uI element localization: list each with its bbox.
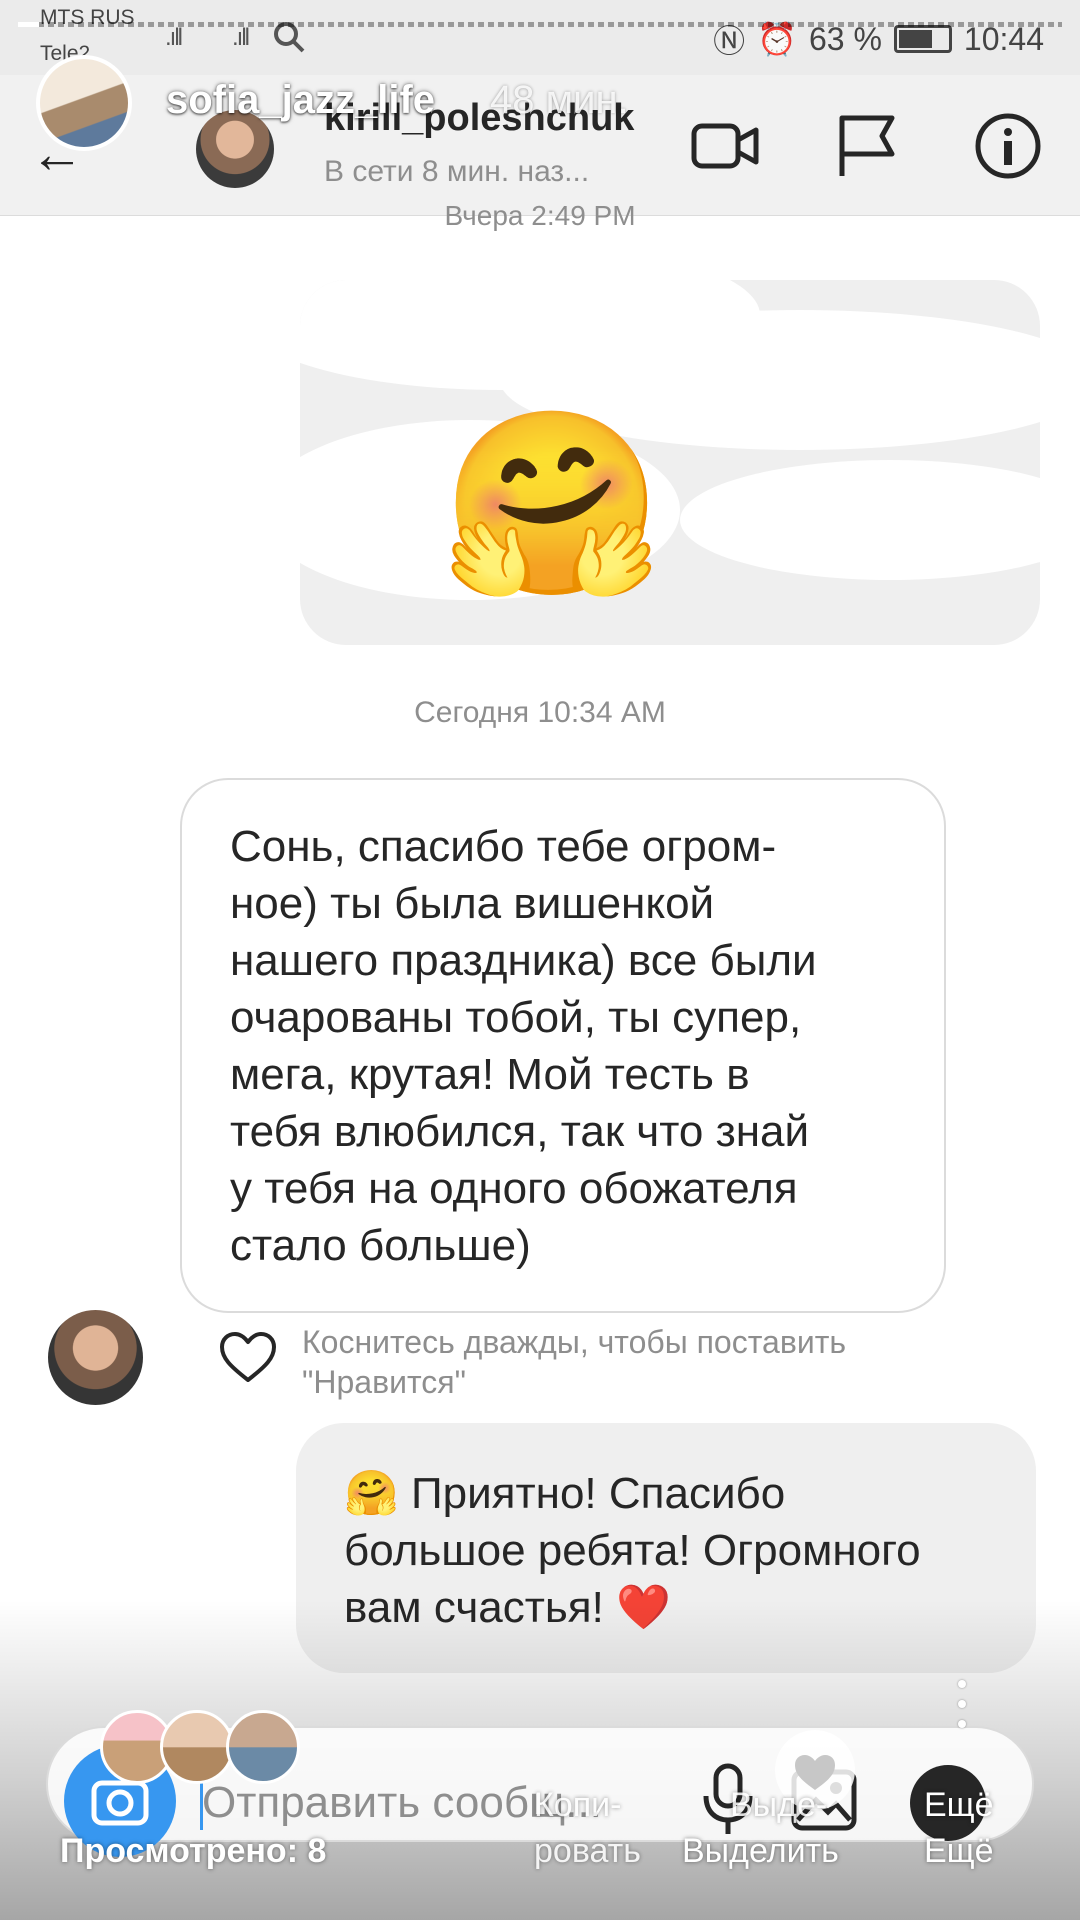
flag-icon[interactable] bbox=[832, 110, 904, 182]
more-label[interactable]: Ещё bbox=[924, 1832, 994, 1871]
viewer-avatar[interactable] bbox=[160, 1710, 234, 1784]
copy-label-2[interactable]: ровать bbox=[534, 1832, 641, 1871]
message-line: у тебя на одного обожателя bbox=[230, 1164, 798, 1213]
story-time-ago: 48 мин. bbox=[490, 78, 629, 122]
message-line: Сонь, спасибо тебе огром- bbox=[230, 822, 777, 871]
viewers-count[interactable]: Просмотрено: 8 bbox=[60, 1832, 326, 1871]
info-icon[interactable] bbox=[972, 110, 1044, 182]
select-label[interactable]: Выделить bbox=[682, 1832, 839, 1871]
viewer-avatar[interactable] bbox=[226, 1710, 300, 1784]
contact-status: В сети 8 мин. наз... bbox=[324, 155, 590, 188]
timestamp-today: Сегодня 10:34 AM bbox=[414, 696, 666, 729]
signal-icon-2: .ıll bbox=[232, 24, 250, 51]
more-label-top[interactable]: Ещё bbox=[924, 1786, 994, 1825]
message-line: тебя влюбился, так что знай bbox=[230, 1107, 810, 1156]
message-line: очарованы тобой, ты супер, bbox=[230, 993, 802, 1042]
video-call-icon[interactable] bbox=[690, 110, 762, 182]
story-author-username[interactable]: sofia_jazz_life bbox=[166, 78, 435, 123]
message-line: 🤗 Приятно! Спасибо bbox=[344, 1469, 786, 1518]
message-line: стало больше) bbox=[230, 1221, 531, 1270]
battery-icon bbox=[893, 25, 952, 53]
like-hint-line-1: Коснитесь дважды, чтобы поставить bbox=[302, 1324, 847, 1360]
heart-icon[interactable] bbox=[218, 1330, 278, 1384]
like-hint: Коснитесь дважды, чтобы поставить "Нрави… bbox=[302, 1322, 846, 1402]
story-author-avatar[interactable] bbox=[36, 55, 132, 151]
incoming-message-bubble[interactable]: Сонь, спасибо тебе огром- ное) ты была в… bbox=[180, 778, 946, 1313]
signal-icon: .ıll bbox=[165, 24, 183, 51]
like-hint-line-2: "Нравится" bbox=[302, 1364, 466, 1400]
redacted-message bbox=[300, 280, 1040, 645]
sender-avatar[interactable] bbox=[48, 1310, 143, 1405]
message-line: мега, крутая! Мой тесть в bbox=[230, 1050, 750, 1099]
message-line: нашего праздника) все были bbox=[230, 936, 817, 985]
copy-label-1[interactable]: Копи- bbox=[534, 1786, 621, 1825]
message-line: ное) ты была вишенкой bbox=[230, 879, 715, 928]
message-line: большое ребята! Огромного bbox=[344, 1526, 921, 1575]
story-progress-bar bbox=[18, 22, 1062, 27]
hugging-face-emoji: 🤗 bbox=[440, 404, 665, 605]
status-bar: MTS RUS Tele2 .ıll .ıll Ⓝ ⏰ 63 % 10:44 bbox=[0, 0, 1080, 75]
select-label-top[interactable]: Выде- bbox=[730, 1786, 827, 1825]
more-vertical-icon[interactable] bbox=[958, 1680, 966, 1740]
timestamp-yesterday: Вчера 2:49 PM bbox=[444, 200, 636, 231]
